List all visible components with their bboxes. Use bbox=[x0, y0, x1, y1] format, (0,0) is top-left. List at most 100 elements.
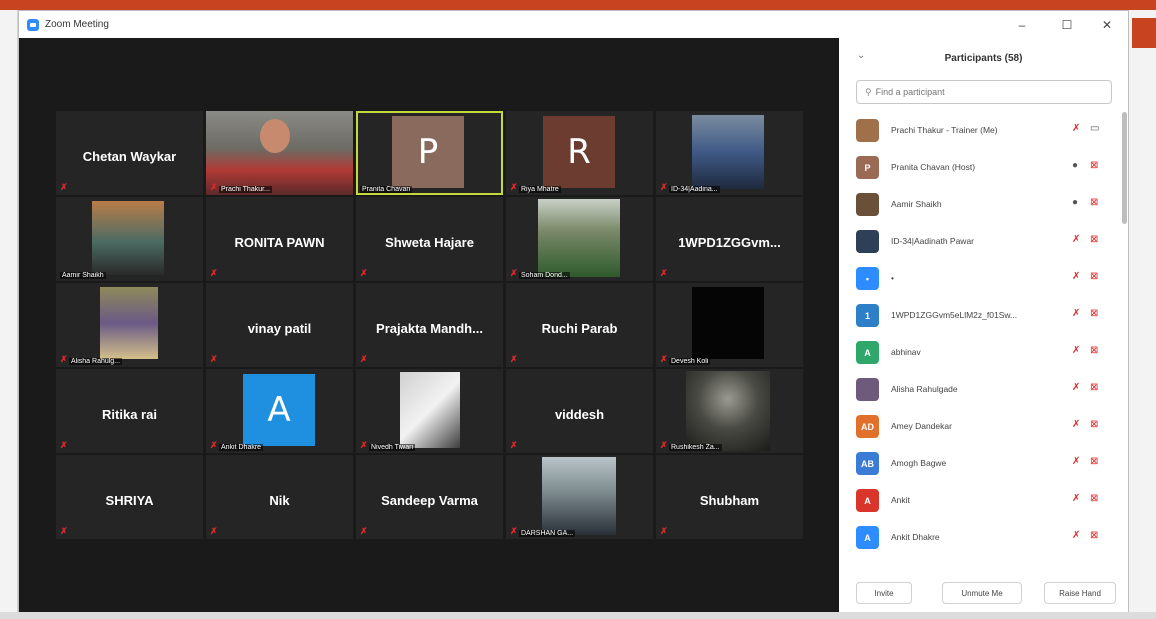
mic-muted-icon[interactable]: ✗ bbox=[1072, 234, 1080, 245]
video-tile[interactable]: ✗ ID-34|Aadina... bbox=[656, 111, 803, 195]
participant-row[interactable]: Aamir Shaikh ● ⊠ bbox=[839, 186, 1121, 223]
video-tile[interactable]: viddesh ✗ bbox=[506, 369, 653, 453]
video-tile[interactable]: SHRIYA ✗ bbox=[56, 455, 203, 539]
participant-photo bbox=[100, 287, 158, 359]
mic-on-icon[interactable]: ● bbox=[1072, 197, 1078, 208]
avatar bbox=[856, 119, 879, 142]
mic-muted-icon[interactable]: ✗ bbox=[1072, 419, 1080, 430]
camera-off-icon[interactable]: ⊠ bbox=[1090, 345, 1098, 356]
search-input[interactable] bbox=[875, 87, 1096, 97]
video-tile[interactable]: Shweta Hajare ✗ bbox=[356, 197, 503, 281]
participant-row[interactable]: AD Amey Dandekar ✗ ⊠ bbox=[839, 408, 1121, 445]
screen: Zoom Meeting – ☐ ✕ Chetan Waykar ✗ ✗ Pra… bbox=[0, 0, 1156, 619]
camera-off-icon[interactable]: ⊠ bbox=[1090, 456, 1098, 467]
camera-off-icon[interactable]: ⊠ bbox=[1090, 530, 1098, 541]
maximize-button[interactable]: ☐ bbox=[1047, 11, 1087, 38]
participant-row[interactable]: 1 1WPD1ZGGvm5eLlM2z_f01Sw... ✗ ⊠ bbox=[839, 297, 1121, 334]
participant-row[interactable]: AB Amogh Bagwe ✗ ⊠ bbox=[839, 445, 1121, 482]
video-tile[interactable]: Aamir Shaikh bbox=[56, 197, 203, 281]
video-tile[interactable]: Nik ✗ bbox=[206, 455, 353, 539]
mic-muted-icon[interactable]: ✗ bbox=[1072, 493, 1080, 504]
participant-search[interactable]: ⚲ bbox=[856, 80, 1112, 104]
participant-name: Ankit bbox=[891, 495, 910, 505]
mic-muted-icon[interactable]: ✗ bbox=[1072, 271, 1080, 282]
video-tile[interactable]: ✗ Alisha Rahulg... bbox=[56, 283, 203, 367]
participant-row[interactable]: ID-34|Aadinath Pawar ✗ ⊠ bbox=[839, 223, 1121, 260]
raise-hand-button[interactable]: Raise Hand bbox=[1044, 582, 1116, 604]
mic-muted-icon: ✗ bbox=[60, 182, 68, 192]
video-tile[interactable]: Ritika rai ✗ bbox=[56, 369, 203, 453]
video-tile[interactable]: Chetan Waykar ✗ bbox=[56, 111, 203, 195]
video-tile[interactable]: vinay patil ✗ bbox=[206, 283, 353, 367]
mic-muted-icon: ✗ bbox=[660, 268, 668, 278]
participant-row[interactable]: P Pranita Chavan (Host) ● ⊠ bbox=[839, 149, 1121, 186]
video-tile[interactable]: ✗ Soham Dond... bbox=[506, 197, 653, 281]
participant-row[interactable]: • • ✗ ⊠ bbox=[839, 260, 1121, 297]
participant-row[interactable]: A Ankit Dhakre ✗ ⊠ bbox=[839, 519, 1121, 556]
participant-name: ID-34|Aadinath Pawar bbox=[891, 236, 975, 246]
tile-name: Ritika rai bbox=[102, 407, 157, 422]
camera-off-icon[interactable]: ⊠ bbox=[1090, 308, 1098, 319]
collapse-chevron-icon[interactable]: ⌄ bbox=[857, 50, 865, 61]
participant-row[interactable]: Aabhinav ✗ ⊠ bbox=[839, 334, 1121, 371]
video-tile[interactable]: ✗ Nivedh Tiwari bbox=[356, 369, 503, 453]
tile-name: SHRIYA bbox=[105, 493, 154, 508]
participant-name: Amogh Bagwe bbox=[891, 458, 947, 468]
video-tile[interactable]: ✗ Rushikesh Za... bbox=[656, 369, 803, 453]
mic-muted-icon: ✗ bbox=[510, 268, 518, 278]
video-tile[interactable]: 1WPD1ZGGvm... ✗ bbox=[656, 197, 803, 281]
mic-muted-icon[interactable]: ✗ bbox=[1072, 308, 1080, 319]
camera-off-icon[interactable]: ⊠ bbox=[1090, 382, 1098, 393]
unmute-me-button[interactable]: Unmute Me bbox=[942, 582, 1022, 604]
invite-button[interactable]: Invite bbox=[856, 582, 912, 604]
participant-row[interactable]: A Ankit ✗ ⊠ bbox=[839, 482, 1121, 519]
tile-label: Devesh Koli bbox=[669, 358, 711, 365]
video-tile-active-speaker[interactable]: P Pranita Chavan bbox=[356, 111, 503, 195]
video-tile[interactable]: A ✗ Ankit Dhakre bbox=[206, 369, 353, 453]
camera-off-icon[interactable]: ⊠ bbox=[1090, 493, 1098, 504]
participant-name: abhinav bbox=[891, 347, 921, 357]
video-tile[interactable]: R ✗ Riya Mhatre bbox=[506, 111, 653, 195]
avatar bbox=[856, 378, 879, 401]
background-app-ribbon bbox=[0, 0, 1156, 10]
mic-muted-icon[interactable]: ✗ bbox=[1072, 345, 1080, 356]
list-scrollbar[interactable] bbox=[1122, 112, 1127, 224]
avatar: A bbox=[856, 489, 879, 512]
mic-muted-icon[interactable]: ✗ bbox=[1072, 382, 1080, 393]
participant-row[interactable]: Alisha Rahulgade ✗ ⊠ bbox=[839, 371, 1121, 408]
mic-muted-icon: ✗ bbox=[360, 354, 368, 364]
camera-off-icon[interactable]: ⊠ bbox=[1090, 197, 1098, 208]
tile-name: Shubham bbox=[699, 493, 760, 508]
mic-muted-icon: ✗ bbox=[60, 354, 68, 364]
tile-name: Shweta Hajare bbox=[385, 235, 474, 250]
mic-muted-icon[interactable]: ✗ bbox=[1072, 456, 1080, 467]
video-tile[interactable]: Sandeep Varma ✗ bbox=[356, 455, 503, 539]
camera-off-icon[interactable]: ⊠ bbox=[1090, 271, 1098, 282]
video-tile[interactable]: Shubham ✗ bbox=[656, 455, 803, 539]
video-gallery: Chetan Waykar ✗ ✗ Prachi Thakur... P Pra… bbox=[19, 38, 839, 612]
video-tile[interactable]: Ruchi Parab ✗ bbox=[506, 283, 653, 367]
tile-name: 1WPD1ZGGvm... bbox=[678, 235, 781, 250]
mic-muted-icon: ✗ bbox=[360, 526, 368, 536]
camera-off-icon[interactable]: ⊠ bbox=[1090, 160, 1098, 171]
video-tile[interactable]: Prajakta Mandh... ✗ bbox=[356, 283, 503, 367]
minimize-button[interactable]: – bbox=[1002, 11, 1042, 38]
video-tile[interactable]: RONITA PAWN ✗ bbox=[206, 197, 353, 281]
mic-on-icon[interactable]: ● bbox=[1072, 160, 1078, 171]
avatar: A bbox=[856, 526, 879, 549]
camera-on-icon[interactable]: ▭ bbox=[1090, 123, 1099, 134]
mic-muted-icon[interactable]: ✗ bbox=[1072, 123, 1080, 134]
avatar: 1 bbox=[856, 304, 879, 327]
tile-name: viddesh bbox=[554, 407, 605, 422]
camera-off-icon[interactable]: ⊠ bbox=[1090, 419, 1098, 430]
video-tile[interactable]: ✗ Prachi Thakur... bbox=[206, 111, 353, 195]
avatar: A bbox=[856, 341, 879, 364]
participant-name: Aamir Shaikh bbox=[891, 199, 942, 209]
mic-muted-icon[interactable]: ✗ bbox=[1072, 530, 1080, 541]
video-tile[interactable]: ✗ DARSHAN GA... bbox=[506, 455, 653, 539]
camera-off-icon[interactable]: ⊠ bbox=[1090, 234, 1098, 245]
video-tile[interactable]: ✗ Devesh Koli bbox=[656, 283, 803, 367]
close-button[interactable]: ✕ bbox=[1087, 11, 1127, 38]
participant-row[interactable]: Prachi Thakur - Trainer (Me) ✗ ▭ bbox=[839, 112, 1121, 149]
avatar-letter-box: P bbox=[392, 116, 464, 188]
